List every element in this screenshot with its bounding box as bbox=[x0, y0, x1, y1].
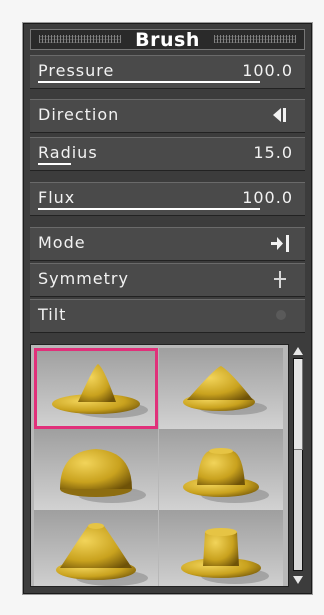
pressure-bar bbox=[38, 81, 260, 83]
preset-bell[interactable] bbox=[159, 429, 283, 510]
preset-cylinder-brim[interactable] bbox=[159, 510, 283, 586]
brush-presets-grid bbox=[30, 344, 289, 587]
titlebar-grip-right bbox=[214, 35, 296, 43]
flux-label: Flux bbox=[38, 188, 76, 207]
preset-cone-wide-brim[interactable] bbox=[34, 348, 158, 429]
mode-label: Mode bbox=[38, 233, 86, 252]
symmetry-row[interactable]: Symmetry bbox=[30, 263, 305, 297]
preset-dome[interactable] bbox=[34, 429, 158, 510]
scrollbar-thumb[interactable] bbox=[294, 359, 303, 450]
flux-bar bbox=[38, 208, 260, 210]
mode-arrow-bar-icon[interactable] bbox=[269, 231, 291, 255]
pressure-slider[interactable]: Pressure 100.0 bbox=[30, 55, 305, 89]
radius-label: Radius bbox=[38, 143, 98, 162]
radius-bar bbox=[38, 163, 260, 165]
tilt-label: Tilt bbox=[38, 305, 67, 324]
pressure-bar-fill bbox=[38, 81, 260, 83]
scroll-down-arrow-icon[interactable] bbox=[292, 575, 304, 585]
direction-row[interactable]: Direction bbox=[30, 99, 305, 133]
pressure-value: 100.0 bbox=[242, 61, 293, 80]
pressure-label: Pressure bbox=[38, 61, 115, 80]
symmetry-cross-icon[interactable] bbox=[269, 267, 291, 291]
radius-bar-fill bbox=[38, 163, 72, 165]
radius-value: 15.0 bbox=[253, 143, 293, 162]
brush-panel: Brush Pressure 100.0 Direction Radius 15… bbox=[22, 22, 313, 595]
preset-flat-top-cone[interactable] bbox=[34, 510, 158, 586]
scrollbar-track[interactable] bbox=[293, 358, 303, 571]
scroll-up-arrow-icon[interactable] bbox=[292, 346, 304, 356]
direction-label: Direction bbox=[38, 105, 120, 124]
tilt-dot-icon[interactable] bbox=[269, 303, 291, 327]
tilt-row[interactable]: Tilt bbox=[30, 299, 305, 333]
flux-bar-fill bbox=[38, 208, 260, 210]
preset-cone-small-brim[interactable] bbox=[159, 348, 283, 429]
flux-value: 100.0 bbox=[242, 188, 293, 207]
direction-arrow-icon[interactable] bbox=[269, 103, 291, 127]
panel-titlebar[interactable]: Brush bbox=[30, 29, 305, 51]
symmetry-label: Symmetry bbox=[38, 269, 129, 288]
radius-slider[interactable]: Radius 15.0 bbox=[30, 137, 305, 171]
flux-slider[interactable]: Flux 100.0 bbox=[30, 182, 305, 216]
presets-scrollbar[interactable] bbox=[289, 344, 307, 587]
mode-row[interactable]: Mode bbox=[30, 227, 305, 261]
